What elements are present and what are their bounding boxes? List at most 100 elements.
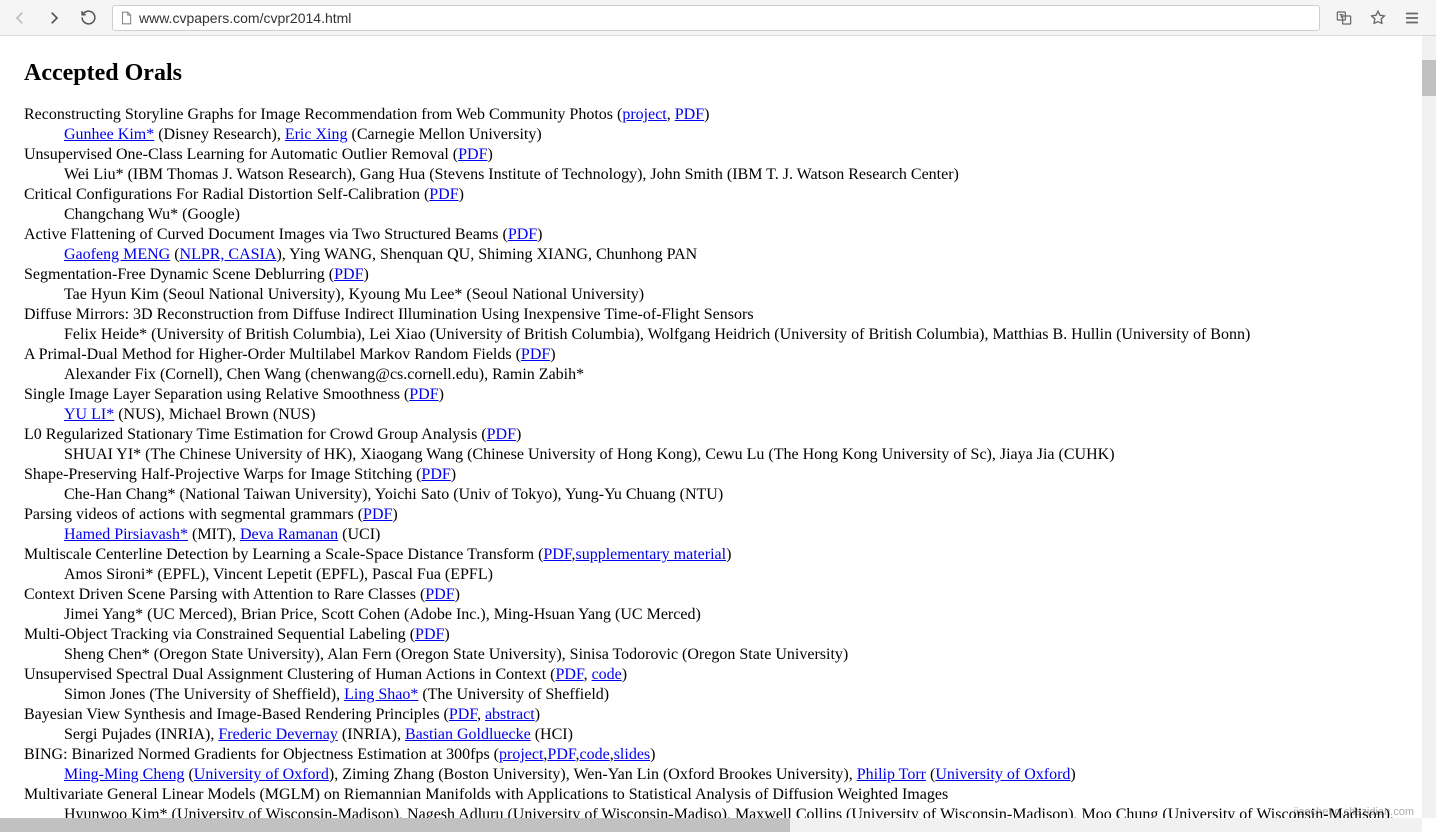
resource-link[interactable]: PDF bbox=[487, 426, 516, 443]
paper-title: Multi-Object Tracking via Constrained Se… bbox=[24, 625, 1412, 645]
paper-item: Context Driven Scene Parsing with Attent… bbox=[24, 585, 1412, 625]
paper-item: Active Flattening of Curved Document Ima… bbox=[24, 225, 1412, 265]
author-link[interactable]: Eric Xing bbox=[285, 126, 348, 143]
author-link[interactable]: Ming-Ming Cheng bbox=[64, 766, 184, 783]
author-link[interactable]: YU LI* bbox=[64, 406, 114, 423]
forward-button[interactable] bbox=[40, 4, 68, 32]
resource-link[interactable]: PDF bbox=[508, 226, 537, 243]
author-link[interactable]: University of Oxford bbox=[935, 766, 1070, 783]
paper-authors: Ming-Ming Cheng (University of Oxford), … bbox=[24, 765, 1412, 785]
resource-link[interactable]: PDF bbox=[425, 586, 454, 603]
paper-item: Reconstructing Storyline Graphs for Imag… bbox=[24, 105, 1412, 145]
resource-link[interactable]: PDF bbox=[421, 466, 450, 483]
paper-item: Bayesian View Synthesis and Image-Based … bbox=[24, 705, 1412, 745]
paper-item: Multi-Object Tracking via Constrained Se… bbox=[24, 625, 1412, 665]
paper-item: Diffuse Mirrors: 3D Reconstruction from … bbox=[24, 305, 1412, 345]
resource-link[interactable]: PDF bbox=[334, 266, 363, 283]
paper-authors: Hamed Pirsiavash* (MIT), Deva Ramanan (U… bbox=[24, 525, 1412, 545]
paper-title: Unsupervised One-Class Learning for Auto… bbox=[24, 145, 1412, 165]
address-bar[interactable] bbox=[112, 5, 1320, 31]
resource-link[interactable]: supplementary material bbox=[575, 546, 726, 563]
vertical-scrollbar-track[interactable] bbox=[1422, 36, 1436, 818]
resource-link[interactable]: PDF bbox=[458, 146, 487, 163]
resource-link[interactable]: PDF bbox=[675, 106, 704, 123]
author-link[interactable]: University of Oxford bbox=[194, 766, 329, 783]
resource-link[interactable]: PDF bbox=[543, 546, 571, 563]
paper-item: Single Image Layer Separation using Rela… bbox=[24, 385, 1412, 425]
author-link[interactable]: Bastian Goldluecke bbox=[405, 726, 531, 743]
author-link[interactable]: NLPR, CASIA bbox=[180, 246, 277, 263]
paper-list: Reconstructing Storyline Graphs for Imag… bbox=[24, 105, 1412, 832]
paper-item: Shape-Preserving Half-Projective Warps f… bbox=[24, 465, 1412, 505]
paper-authors: Jimei Yang* (UC Merced), Brian Price, Sc… bbox=[24, 605, 1412, 625]
resource-link[interactable]: project bbox=[499, 746, 543, 763]
paper-item: Unsupervised Spectral Dual Assignment Cl… bbox=[24, 665, 1412, 705]
page-icon bbox=[119, 11, 133, 25]
resource-link[interactable]: code bbox=[580, 746, 610, 763]
reload-button[interactable] bbox=[74, 4, 102, 32]
paper-title: Multiscale Centerline Detection by Learn… bbox=[24, 545, 1412, 565]
paper-authors: Che-Han Chang* (National Taiwan Universi… bbox=[24, 485, 1412, 505]
resource-link[interactable]: PDF bbox=[521, 346, 550, 363]
paper-title: Shape-Preserving Half-Projective Warps f… bbox=[24, 465, 1412, 485]
browser-chrome bbox=[0, 0, 1436, 36]
resource-link[interactable]: abstract bbox=[485, 706, 535, 723]
bookmark-star-icon[interactable] bbox=[1364, 4, 1392, 32]
paper-title: Reconstructing Storyline Graphs for Imag… bbox=[24, 105, 1412, 125]
paper-item: BING: Binarized Normed Gradients for Obj… bbox=[24, 745, 1412, 785]
horizontal-scrollbar-thumb[interactable] bbox=[0, 818, 790, 832]
paper-authors: Simon Jones (The University of Sheffield… bbox=[24, 685, 1412, 705]
paper-authors: Alexander Fix (Cornell), Chen Wang (chen… bbox=[24, 365, 1412, 385]
paper-title: A Primal-Dual Method for Higher-Order Mu… bbox=[24, 345, 1412, 365]
resource-link[interactable]: project bbox=[622, 106, 666, 123]
paper-title: Active Flattening of Curved Document Ima… bbox=[24, 225, 1412, 245]
author-link[interactable]: Frederic Devernay bbox=[218, 726, 338, 743]
paper-authors: Sheng Chen* (Oregon State University), A… bbox=[24, 645, 1412, 665]
vertical-scrollbar-thumb[interactable] bbox=[1422, 60, 1436, 96]
url-input[interactable] bbox=[139, 10, 1313, 26]
resource-link[interactable]: PDF bbox=[429, 186, 458, 203]
resource-link[interactable]: PDF bbox=[415, 626, 444, 643]
paper-item: Multiscale Centerline Detection by Learn… bbox=[24, 545, 1412, 585]
paper-authors: SHUAI YI* (The Chinese University of HK)… bbox=[24, 445, 1412, 465]
paper-title: Parsing videos of actions with segmental… bbox=[24, 505, 1412, 525]
paper-title: Diffuse Mirrors: 3D Reconstruction from … bbox=[24, 305, 1412, 325]
paper-item: Parsing videos of actions with segmental… bbox=[24, 505, 1412, 545]
paper-authors: Gunhee Kim* (Disney Research), Eric Xing… bbox=[24, 125, 1412, 145]
section-heading: Accepted Orals bbox=[24, 60, 1412, 87]
paper-authors: Gaofeng MENG (NLPR, CASIA), Ying WANG, S… bbox=[24, 245, 1412, 265]
paper-item: A Primal-Dual Method for Higher-Order Mu… bbox=[24, 345, 1412, 385]
page-content: Accepted Orals Reconstructing Storyline … bbox=[0, 36, 1436, 832]
menu-icon[interactable] bbox=[1398, 4, 1426, 32]
resource-link[interactable]: PDF bbox=[547, 746, 575, 763]
resource-link[interactable]: code bbox=[592, 666, 622, 683]
author-link[interactable]: Gunhee Kim* bbox=[64, 126, 154, 143]
paper-title: BING: Binarized Normed Gradients for Obj… bbox=[24, 745, 1412, 765]
paper-title: Bayesian View Synthesis and Image-Based … bbox=[24, 705, 1412, 725]
paper-authors: Wei Liu* (IBM Thomas J. Watson Research)… bbox=[24, 165, 1412, 185]
paper-title: L0 Regularized Stationary Time Estimatio… bbox=[24, 425, 1412, 445]
paper-item: Unsupervised One-Class Learning for Auto… bbox=[24, 145, 1412, 185]
resource-link[interactable]: PDF bbox=[449, 706, 477, 723]
resource-link[interactable]: slides bbox=[614, 746, 650, 763]
watermark-text: jiaocheng.chazidian.com bbox=[1294, 806, 1414, 818]
resource-link[interactable]: PDF bbox=[556, 666, 584, 683]
author-link[interactable]: Hamed Pirsiavash* bbox=[64, 526, 188, 543]
resource-link[interactable]: PDF bbox=[409, 386, 438, 403]
paper-authors: YU LI* (NUS), Michael Brown (NUS) bbox=[24, 405, 1412, 425]
paper-authors: Tae Hyun Kim (Seoul National University)… bbox=[24, 285, 1412, 305]
author-link[interactable]: Gaofeng MENG bbox=[64, 246, 170, 263]
author-link[interactable]: Philip Torr bbox=[857, 766, 926, 783]
back-button[interactable] bbox=[6, 4, 34, 32]
paper-title: Segmentation-Free Dynamic Scene Deblurri… bbox=[24, 265, 1412, 285]
paper-authors: Changchang Wu* (Google) bbox=[24, 205, 1412, 225]
paper-title: Unsupervised Spectral Dual Assignment Cl… bbox=[24, 665, 1412, 685]
paper-authors: Felix Heide* (University of British Colu… bbox=[24, 325, 1412, 345]
author-link[interactable]: Deva Ramanan bbox=[240, 526, 338, 543]
translate-icon[interactable] bbox=[1330, 4, 1358, 32]
paper-authors: Sergi Pujades (INRIA), Frederic Devernay… bbox=[24, 725, 1412, 745]
paper-authors: Amos Sironi* (EPFL), Vincent Lepetit (EP… bbox=[24, 565, 1412, 585]
paper-item: L0 Regularized Stationary Time Estimatio… bbox=[24, 425, 1412, 465]
author-link[interactable]: Ling Shao* bbox=[344, 686, 418, 703]
resource-link[interactable]: PDF bbox=[363, 506, 392, 523]
